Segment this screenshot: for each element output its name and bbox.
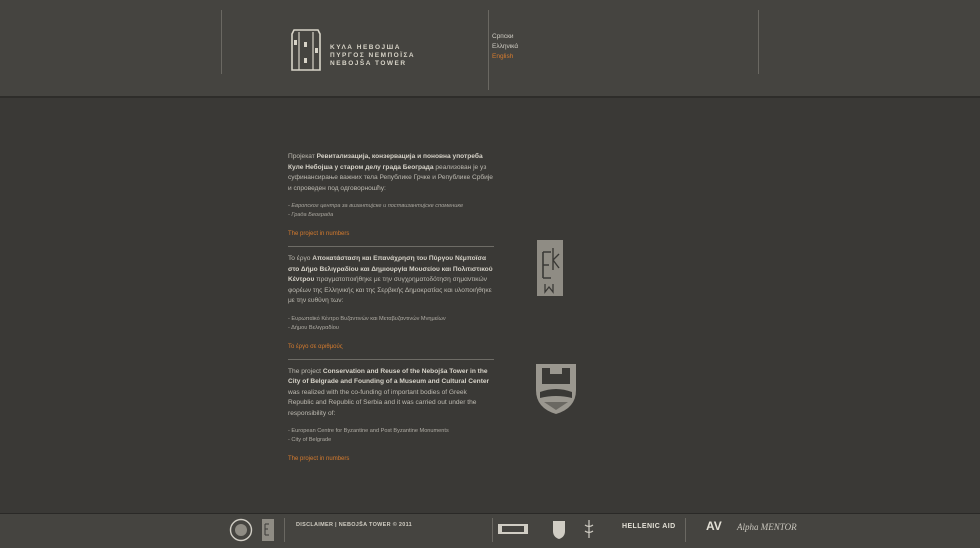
crest-logo[interactable] [552, 520, 566, 540]
divider [685, 518, 686, 542]
emblem-small-logo[interactable] [262, 519, 274, 541]
list-item: - European Centre for Byzantine and Post… [288, 428, 449, 434]
list-item: - Европског центра за византијске и пост… [288, 203, 464, 209]
logo-line-gr: ΠΥΡΓΟΣ ΝΕΜΠΟΪΣΑ [330, 52, 416, 59]
divider [288, 246, 494, 247]
language-switcher: Српски Ελληνικά English [492, 32, 518, 62]
divider [288, 358, 494, 360]
gr-paragraph: Το έργο Αποκατάσταση και Επανάχρηση του … [288, 255, 493, 304]
logo-text: ΚΥΛΑ ΗΕΒΟЈШΑ ΠΥΡΓΟΣ ΝΕΜΠΟΪΣΑ NEBOJŠA TOW… [330, 44, 415, 68]
lang-greek[interactable]: Ελληνικά [492, 42, 518, 52]
project-description: Пројекат Ревитализација, конзервација и … [288, 152, 494, 464]
list-item: - Града Београда [288, 212, 334, 218]
divider [492, 518, 493, 542]
staff-logo[interactable] [583, 520, 595, 540]
tower-icon [291, 29, 321, 71]
list-item: - Δήμου Βελιγραδίου [288, 324, 339, 331]
divider [758, 10, 759, 74]
sr-paragraph: Пројекат Ревитализација, конзервација и … [288, 153, 493, 192]
lang-english[interactable]: English [492, 52, 518, 62]
header: ΚΥΛΑ ΗΕΒΟЈШΑ ΠΥΡΓΟΣ ΝΕΜΠΟΪΣΑ NEBOJŠA TOW… [0, 0, 980, 98]
gr-list: - Ευρωπαϊκό Κέντρο Βυζαντινών και Μεταβυ… [288, 315, 494, 333]
footer: DISCLAIMER | NEBOJŠA TOWER © 2011 HELLEN… [0, 513, 980, 548]
en-list: - European Centre for Byzantine and Post… [288, 427, 494, 445]
city-of-belgrade-emblem [536, 364, 576, 414]
en-paragraph: The project Conservation and Reuse of th… [288, 367, 490, 417]
sr-list: - Европског центра за византијске и пост… [288, 202, 494, 220]
list-item: - City of Belgrade [288, 437, 332, 443]
sr-numbers-link[interactable]: The project in numbers [288, 229, 494, 239]
foundation-logo[interactable] [498, 522, 528, 540]
divider [221, 10, 222, 74]
site-logo[interactable]: ΚΥΛΑ ΗΕΒΟЈШΑ ΠΥΡΓΟΣ ΝΕΜΠΟΪΣΑ NEBOJŠA TOW… [288, 28, 488, 72]
logo-line-sr: ΚΥΛΑ ΗΕΒΟЈШΑ [330, 44, 401, 51]
av-logo[interactable]: AV [706, 519, 722, 533]
list-item: - Ευρωπαϊκό Κέντρο Βυζαντινών και Μεταβυ… [288, 315, 446, 322]
disclaimer-link[interactable]: DISCLAIMER | NEBOJŠA TOWER © 2011 [296, 522, 412, 528]
seal-logo[interactable] [229, 518, 253, 542]
gr-numbers-link[interactable]: Το έργο σε αριθμούς [288, 342, 494, 352]
logo-line-en: NEBOJŠA TOWER [330, 60, 407, 67]
divider [284, 518, 285, 542]
lang-serbian[interactable]: Српски [492, 32, 518, 42]
hellenic-aid-logo[interactable]: HELLENIC AID [622, 523, 676, 530]
alpha-mentor-logo[interactable]: Alpha MENTOR [737, 522, 797, 532]
en-numbers-link[interactable]: The project in numbers [288, 454, 494, 464]
divider [488, 10, 489, 90]
european-centre-emblem [537, 240, 563, 296]
